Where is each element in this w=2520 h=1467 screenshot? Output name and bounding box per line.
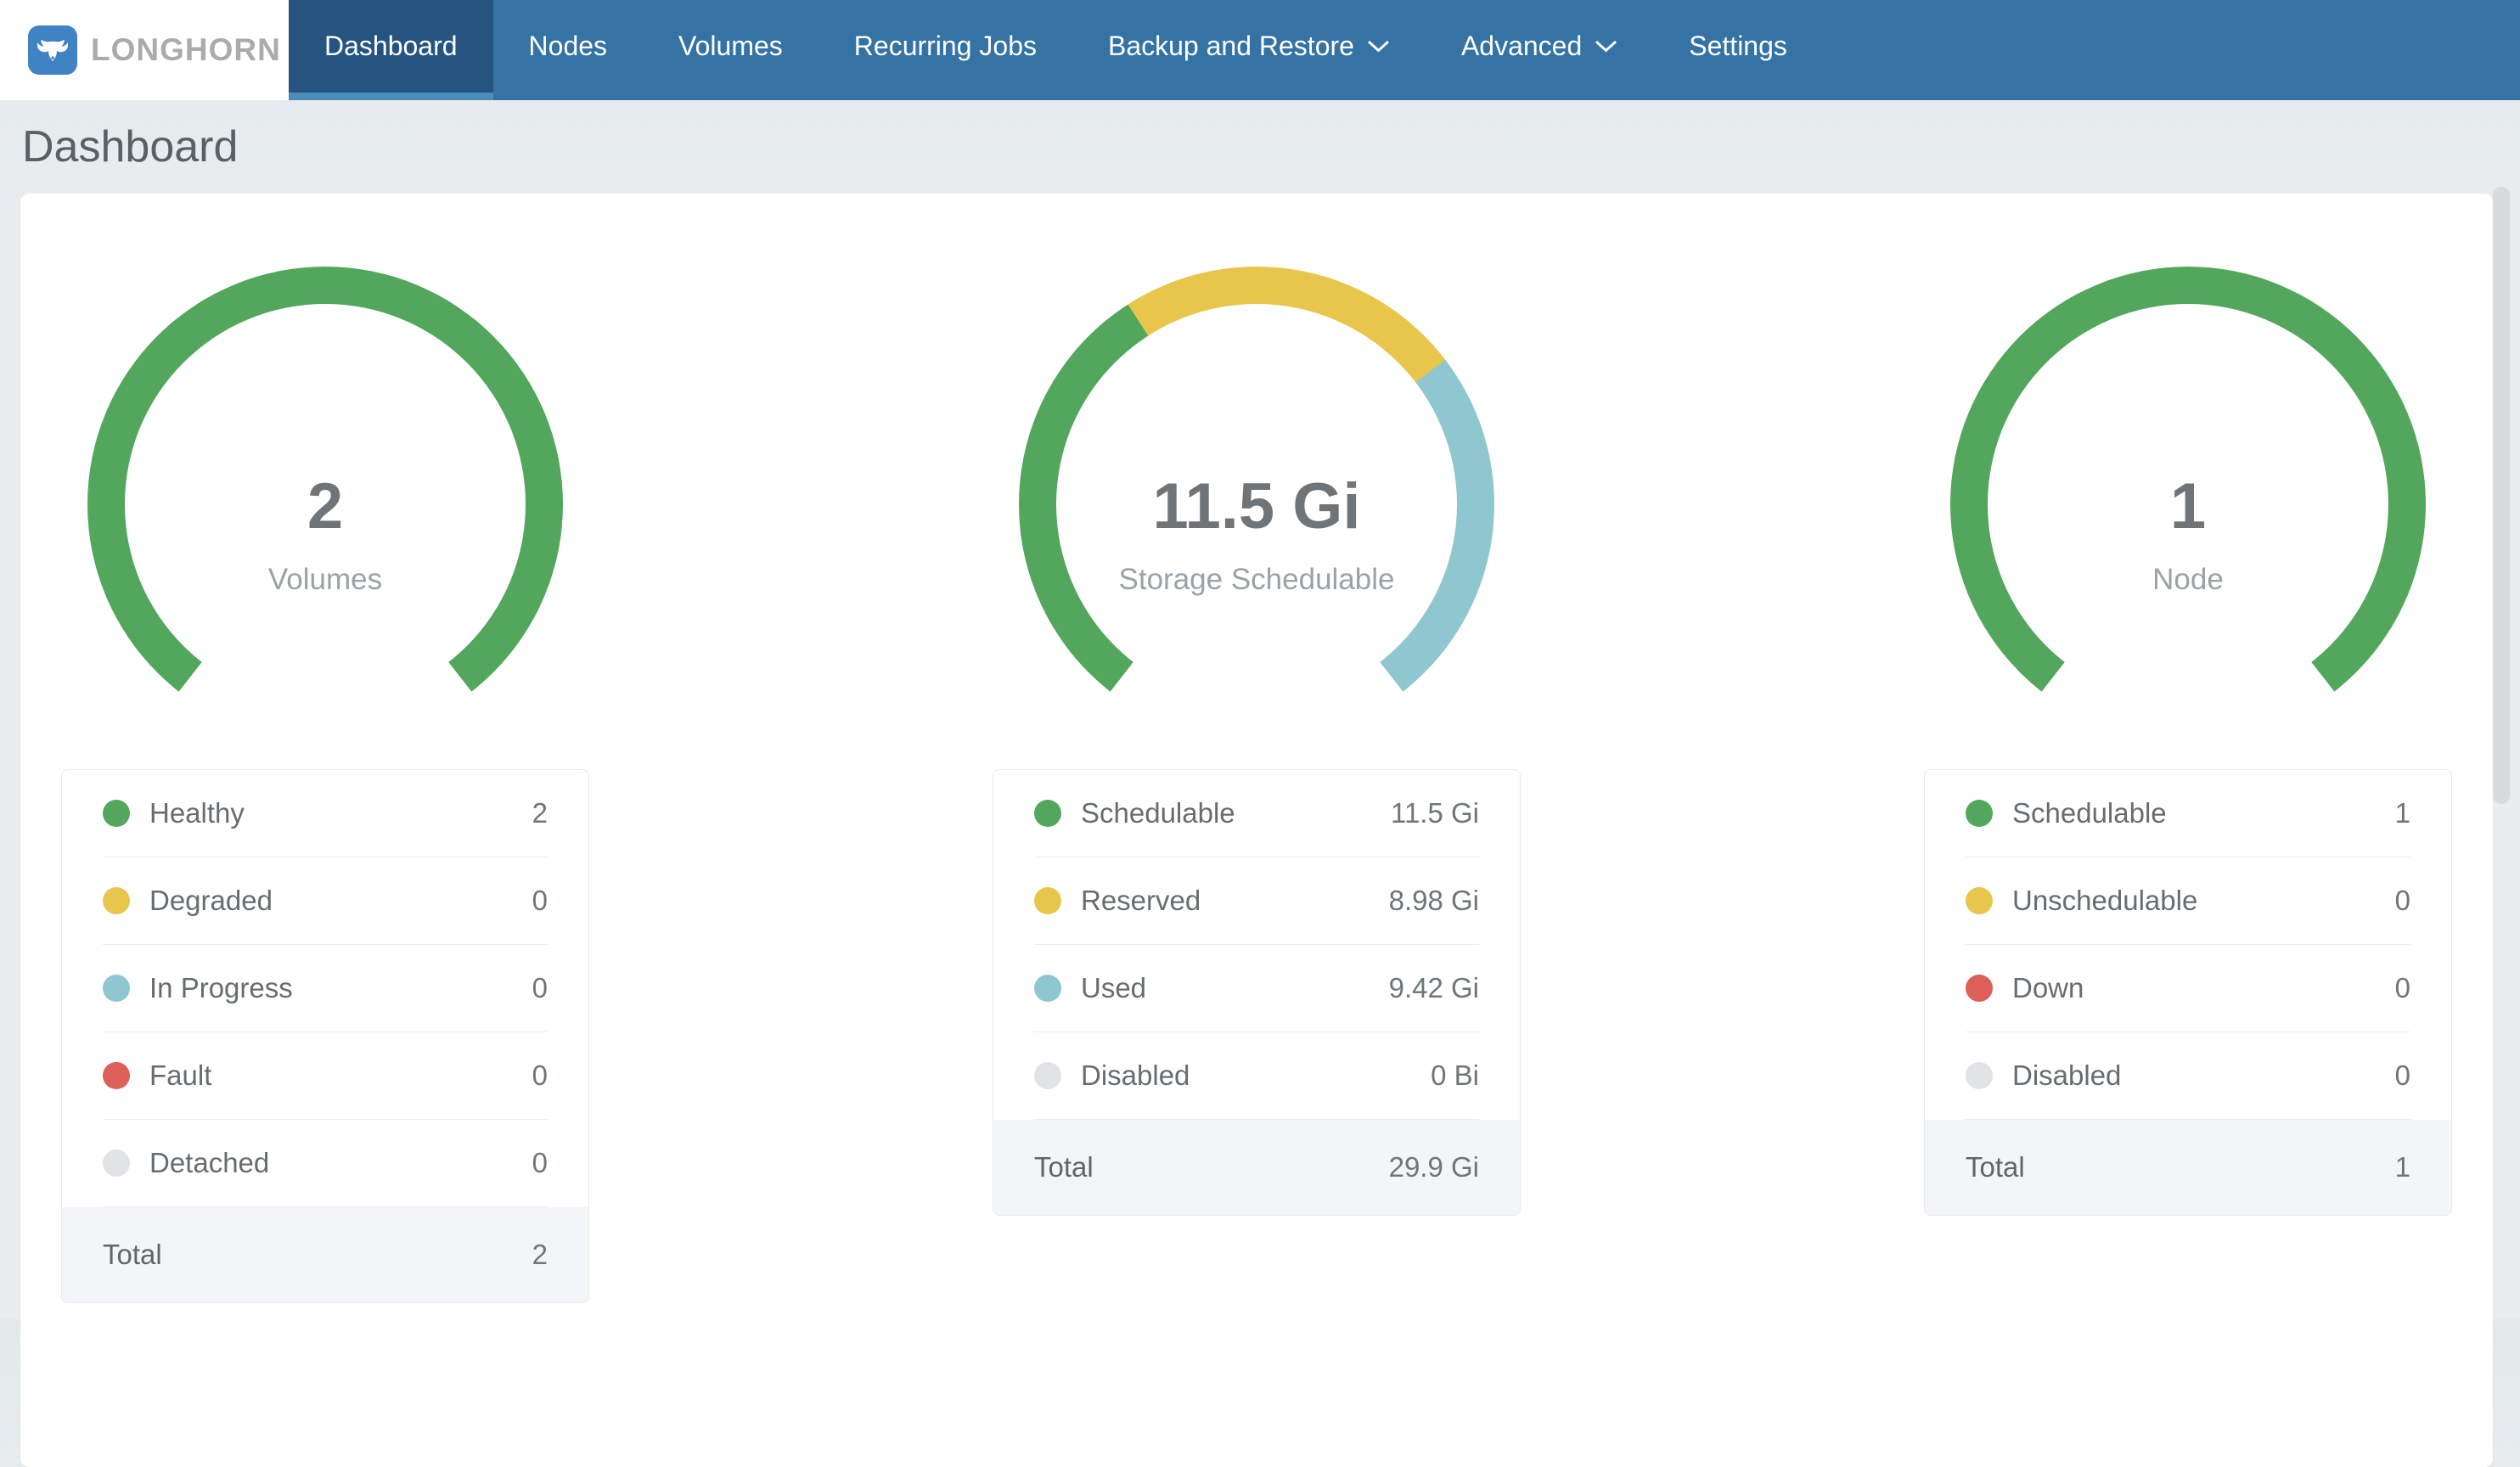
status-dot — [1034, 975, 1061, 1002]
legend-row-disabled: Disabled 0 Bi — [1034, 1032, 1479, 1120]
nav-item-backup-and-restore[interactable]: Backup and Restore — [1072, 0, 1426, 100]
chevron-down-icon — [1595, 39, 1617, 53]
status-dot — [103, 1149, 130, 1177]
nav-item-volumes[interactable]: Volumes — [643, 0, 818, 100]
status-dot — [1966, 975, 1993, 1002]
nav-item-settings[interactable]: Settings — [1653, 0, 1823, 100]
legend-row-reserved: Reserved 8.98 Gi — [1034, 857, 1479, 945]
storage-legend-card: Schedulable 11.5 Gi Reserved 8.98 Gi Use… — [993, 769, 1521, 1216]
dashboard-panel: 2 Volumes Healthy 2 Degraded 0 In Progre… — [20, 194, 2493, 1467]
status-dot — [1966, 887, 1993, 914]
legend-row-schedulable: Schedulable 11.5 Gi — [1034, 770, 1479, 857]
storage-amount: 11.5 Gi — [1152, 475, 1360, 539]
status-dot — [103, 800, 130, 827]
page-title: Dashboard — [22, 122, 2520, 173]
node-legend-card: Schedulable 1 Unschedulable 0 Down 0 Dis… — [1924, 769, 2452, 1216]
node-total-row: Total 1 — [1925, 1120, 2451, 1215]
status-dot — [1966, 800, 1993, 827]
gauge-center: 1 Node — [1988, 334, 2388, 735]
nav-item-recurring-jobs[interactable]: Recurring Jobs — [818, 0, 1072, 100]
node-caption: Node — [2152, 565, 2224, 594]
volumes-column: 2 Volumes Healthy 2 Degraded 0 In Progre… — [61, 267, 589, 1467]
scrollbar-thumb[interactable] — [2493, 187, 2510, 804]
legend-row-fault: Fault 0 — [103, 1032, 548, 1120]
storage-gauge-chart: 11.5 Gi Storage Schedulable — [1019, 267, 1494, 742]
legend-row-healthy: Healthy 2 — [103, 770, 548, 857]
nav-item-nodes[interactable]: Nodes — [493, 0, 644, 100]
legend-row-degraded: Degraded 0 — [103, 857, 548, 945]
node-column: 1 Node Schedulable 1 Unschedulable 0 Dow… — [1924, 267, 2452, 1467]
storage-total-row: Total 29.9 Gi — [993, 1120, 1520, 1215]
storage-caption: Storage Schedulable — [1119, 565, 1395, 594]
volumes-count: 2 — [307, 475, 343, 539]
volumes-legend-card: Healthy 2 Degraded 0 In Progress 0 Fault… — [61, 769, 589, 1303]
status-dot — [1034, 1062, 1061, 1089]
brand-name: LONGHORN — [91, 32, 281, 68]
volumes-total-row: Total 2 — [62, 1207, 588, 1302]
gauge-center: 2 Volumes — [125, 334, 526, 735]
storage-column: 11.5 Gi Storage Schedulable Schedulable … — [993, 267, 1521, 1467]
legend-row-unschedulable: Unschedulable 0 — [1966, 857, 2410, 945]
nav-item-advanced[interactable]: Advanced — [1426, 0, 1653, 100]
longhorn-logo-icon — [28, 25, 77, 75]
top-navbar: LONGHORN Dashboard Nodes Volumes Recurri… — [0, 0, 2520, 100]
legend-row-used: Used 9.42 Gi — [1034, 945, 1479, 1032]
chevron-down-icon — [1367, 39, 1390, 53]
nav-item-dashboard[interactable]: Dashboard — [289, 0, 493, 100]
status-dot — [103, 887, 130, 914]
status-dot — [1034, 887, 1061, 914]
status-dot — [103, 975, 130, 1002]
volumes-gauge-chart: 2 Volumes — [87, 267, 563, 742]
status-dot — [103, 1062, 130, 1089]
legend-row-disabled: Disabled 0 — [1966, 1032, 2410, 1120]
node-gauge-chart: 1 Node — [1950, 267, 2426, 742]
status-dot — [1966, 1062, 1993, 1089]
gauge-center: 11.5 Gi Storage Schedulable — [1056, 334, 1457, 735]
main-nav: Dashboard Nodes Volumes Recurring Jobs B… — [289, 0, 1823, 100]
volumes-caption: Volumes — [268, 565, 382, 594]
legend-row-schedulable: Schedulable 1 — [1966, 770, 2410, 857]
legend-row-detached: Detached 0 — [103, 1120, 548, 1207]
legend-row-down: Down 0 — [1966, 945, 2410, 1032]
brand[interactable]: LONGHORN — [0, 0, 289, 100]
status-dot — [1034, 800, 1061, 827]
node-count: 1 — [2170, 475, 2206, 539]
legend-row-in-progress: In Progress 0 — [103, 945, 548, 1032]
